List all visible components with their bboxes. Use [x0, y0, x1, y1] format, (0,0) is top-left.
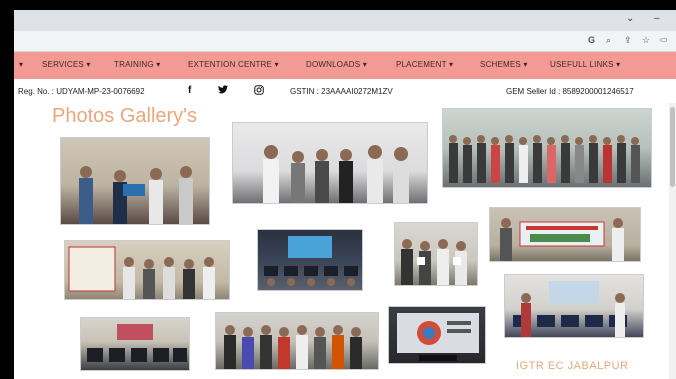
google-icon[interactable]: G: [588, 35, 595, 45]
zoom-icon[interactable]: ⌕: [606, 35, 611, 46]
site-nav: ▾ SERVICES ▾ TRAINING ▾ EXTENTION CENTRE…: [14, 52, 676, 79]
gallery-photo-certificates[interactable]: [394, 222, 478, 286]
photo-people-figures: [263, 145, 409, 203]
nav-leading-arrow-icon[interactable]: ▾: [19, 60, 23, 69]
gallery-photo-training-room[interactable]: [504, 274, 644, 338]
photo-lab-scene: [264, 236, 358, 286]
info-strip: Reg. No. : UDYAM-MP-23-0076692 f GSTIN :…: [14, 79, 676, 103]
page-scrollbar[interactable]: [669, 103, 676, 379]
photo-people-figures: [449, 135, 640, 183]
gallery-photo-computer-lab[interactable]: [257, 229, 363, 291]
minimize-icon[interactable]: –: [654, 13, 660, 24]
photo-room-scene: [513, 281, 627, 337]
chevron-down-icon: ▾: [523, 60, 528, 69]
gallery-photo-banner-award[interactable]: [489, 207, 641, 262]
photo-room-scene: [87, 324, 187, 362]
nav-item-schemes[interactable]: SCHEMES ▾: [480, 60, 528, 69]
photo-banner-scene: [500, 218, 624, 261]
bookmark-star-icon[interactable]: ☆: [642, 35, 650, 46]
photo-people-figures: [79, 166, 193, 224]
scrollbar-thumb[interactable]: [670, 107, 675, 187]
photo-people-figures: [401, 239, 467, 285]
extensions-icon[interactable]: ▭: [660, 35, 668, 44]
reg-no-text: Reg. No. : UDYAM-MP-23-0076692: [18, 87, 145, 96]
chevron-down-icon[interactable]: ⌄: [626, 13, 634, 24]
gallery-photo-banner-group[interactable]: [64, 240, 230, 300]
nav-item-placement[interactable]: PLACEMENT ▾: [396, 60, 453, 69]
gallery-photo-team-lineup[interactable]: [215, 312, 379, 370]
browser-toolbar: G ⌕ ⇪ ☆ ▭: [14, 31, 676, 52]
browser-window: ⌄ – G ⌕ ⇪ ☆ ▭ ▾ SERVICES ▾ TRAINING ▾ EX…: [14, 10, 676, 379]
gallery-photo-monitor-screen[interactable]: [388, 306, 486, 364]
chevron-down-icon: ▾: [274, 60, 279, 69]
nav-item-training[interactable]: TRAINING ▾: [114, 60, 160, 69]
chevron-down-icon: ▾: [86, 60, 91, 69]
gallery-title: Photos Gallery's: [52, 105, 197, 127]
instagram-icon[interactable]: [254, 85, 264, 98]
gallery-photo-certificate-group[interactable]: [442, 108, 652, 188]
gstin-text: GSTIN : 23AAAAI0272M1ZV: [290, 87, 393, 96]
facebook-icon[interactable]: f: [188, 85, 191, 96]
gallery-footer-label: IGTR EC JABALPUR: [516, 360, 629, 372]
nav-item-downloads[interactable]: DOWNLOADS ▾: [306, 60, 367, 69]
chevron-down-icon: ▾: [449, 60, 454, 69]
nav-item-usefull-links[interactable]: USEFULL LINKS ▾: [550, 60, 620, 69]
photo-monitor-scene: [397, 313, 479, 361]
chevron-down-icon: ▾: [156, 60, 161, 69]
gallery-photo-classroom[interactable]: [80, 317, 190, 371]
nav-item-extention-centre[interactable]: EXTENTION CENTRE ▾: [188, 60, 279, 69]
share-icon[interactable]: ⇪: [624, 35, 632, 46]
browser-titlebar: ⌄ –: [14, 10, 676, 31]
twitter-icon[interactable]: [218, 85, 228, 97]
gem-seller-text: GEM Seller Id : 8589200001246517: [506, 87, 634, 96]
photo-people-figures: [68, 246, 215, 299]
chevron-down-icon: ▾: [616, 60, 621, 69]
photo-people-figures: [224, 325, 362, 369]
nav-item-services[interactable]: SERVICES ▾: [42, 60, 91, 69]
gallery-photo-group-indoor[interactable]: [232, 122, 428, 204]
chevron-down-icon: ▾: [362, 60, 367, 69]
gallery-photo-award[interactable]: [60, 137, 210, 225]
